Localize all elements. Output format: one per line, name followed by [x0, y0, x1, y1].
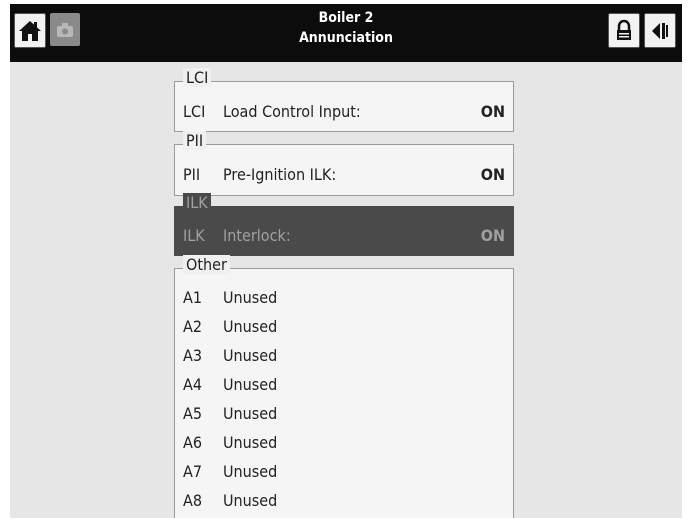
- pii-row: PII Pre-Ignition ILK: ON: [183, 165, 505, 187]
- list-item: A6 Unused: [183, 433, 505, 455]
- item-description: Unused: [223, 346, 278, 365]
- item-code: A1: [183, 288, 202, 307]
- item-code: A3: [183, 346, 202, 365]
- camera-button[interactable]: [50, 13, 80, 46]
- list-item: A8 Unused: [183, 491, 505, 513]
- item-description: Unused: [223, 288, 278, 307]
- ilk-group-title: ILK: [183, 193, 211, 212]
- home-icon: [19, 20, 41, 41]
- lci-description: Load Control Input:: [223, 102, 361, 121]
- pii-group-title: PII: [183, 131, 207, 150]
- item-description: Unused: [223, 317, 278, 336]
- pii-description: Pre-Ignition ILK:: [223, 165, 337, 184]
- ilk-group: ILK ILK Interlock: ON: [174, 193, 514, 256]
- item-description: Unused: [223, 462, 278, 481]
- lci-code: LCI: [183, 102, 206, 121]
- list-item: A2 Unused: [183, 317, 505, 339]
- header-bar: Boiler 2 Annunciation: [10, 4, 682, 62]
- list-item: A5 Unused: [183, 404, 505, 426]
- ilk-code: ILK: [183, 226, 205, 245]
- ilk-description: Interlock:: [223, 226, 291, 245]
- title-line-1: Boiler 2: [318, 10, 374, 26]
- lock-button[interactable]: [608, 13, 640, 48]
- lci-status: ON: [480, 102, 505, 121]
- list-item: A1 Unused: [183, 288, 505, 310]
- back-arrow-icon: [652, 22, 668, 39]
- pii-code: PII: [183, 165, 201, 184]
- lci-row: LCI Load Control Input: ON: [183, 102, 505, 124]
- list-item: A3 Unused: [183, 346, 505, 368]
- item-description: Unused: [223, 491, 278, 510]
- title-line-2: Annunciation: [299, 30, 393, 46]
- lci-group: LCI LCI Load Control Input: ON: [174, 68, 514, 132]
- item-code: A2: [183, 317, 202, 336]
- ilk-status: ON: [480, 226, 505, 245]
- item-description: Unused: [223, 375, 278, 394]
- item-description: Unused: [223, 433, 278, 452]
- lock-icon: [617, 19, 631, 40]
- item-code: A7: [183, 462, 202, 481]
- item-description: Unused: [223, 404, 278, 423]
- lci-group-title: LCI: [183, 68, 212, 87]
- home-button[interactable]: [14, 13, 46, 48]
- back-button[interactable]: [644, 13, 676, 48]
- item-code: A5: [183, 404, 202, 423]
- other-group-title: Other: [183, 255, 230, 274]
- other-group: Other A1 Unused A2 Unused A3 Unused A4 U…: [174, 255, 514, 518]
- pii-group: PII PII Pre-Ignition ILK: ON: [174, 131, 514, 196]
- list-item: A4 Unused: [183, 375, 505, 397]
- ilk-row: ILK Interlock: ON: [183, 226, 505, 248]
- item-code: A6: [183, 433, 202, 452]
- item-code: A8: [183, 491, 202, 510]
- page-title: Boiler 2 Annunciation: [246, 8, 446, 48]
- screen: Boiler 2 Annunciation LCI LCI Load Contr…: [10, 4, 682, 518]
- item-code: A4: [183, 375, 202, 394]
- camera-icon: [57, 22, 73, 37]
- list-item: A7 Unused: [183, 462, 505, 484]
- pii-status: ON: [480, 165, 505, 184]
